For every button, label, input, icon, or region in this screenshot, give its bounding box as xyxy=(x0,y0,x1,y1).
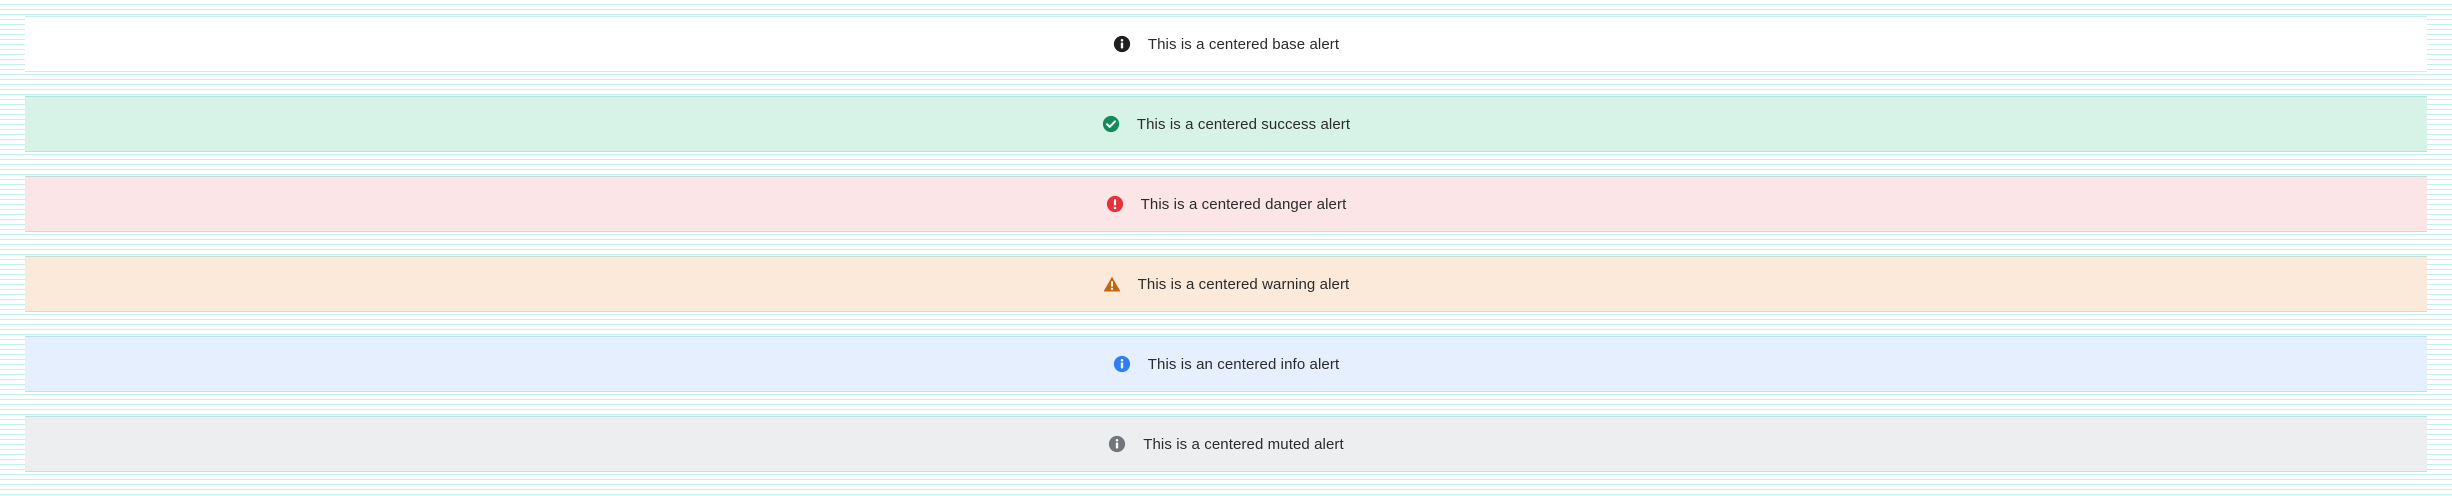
base-alert-text: This is a centered base alert xyxy=(1147,35,1340,53)
info-icon xyxy=(1113,355,1131,373)
info-alert-text: This is an centered info alert xyxy=(1147,355,1340,373)
check-circle-icon xyxy=(1102,115,1120,133)
warning-triangle-icon xyxy=(1103,275,1121,293)
danger-alert-text: This is a centered danger alert xyxy=(1140,195,1347,213)
success-alert: This is a centered success alert xyxy=(25,96,2427,152)
success-alert-text: This is a centered success alert xyxy=(1136,115,1351,133)
muted-alert: This is a centered muted alert xyxy=(25,416,2427,472)
exclamation-circle-icon xyxy=(1106,195,1124,213)
danger-alert: This is a centered danger alert xyxy=(25,176,2427,232)
warning-alert-text: This is a centered warning alert xyxy=(1137,275,1350,293)
info-icon xyxy=(1108,435,1126,453)
info-icon xyxy=(1113,35,1131,53)
muted-alert-text: This is a centered muted alert xyxy=(1143,435,1344,453)
info-alert: This is an centered info alert xyxy=(25,336,2427,392)
alerts-list: This is a centered base alert This is a … xyxy=(25,16,2427,472)
warning-alert: This is a centered warning alert xyxy=(25,256,2427,312)
base-alert: This is a centered base alert xyxy=(25,16,2427,72)
